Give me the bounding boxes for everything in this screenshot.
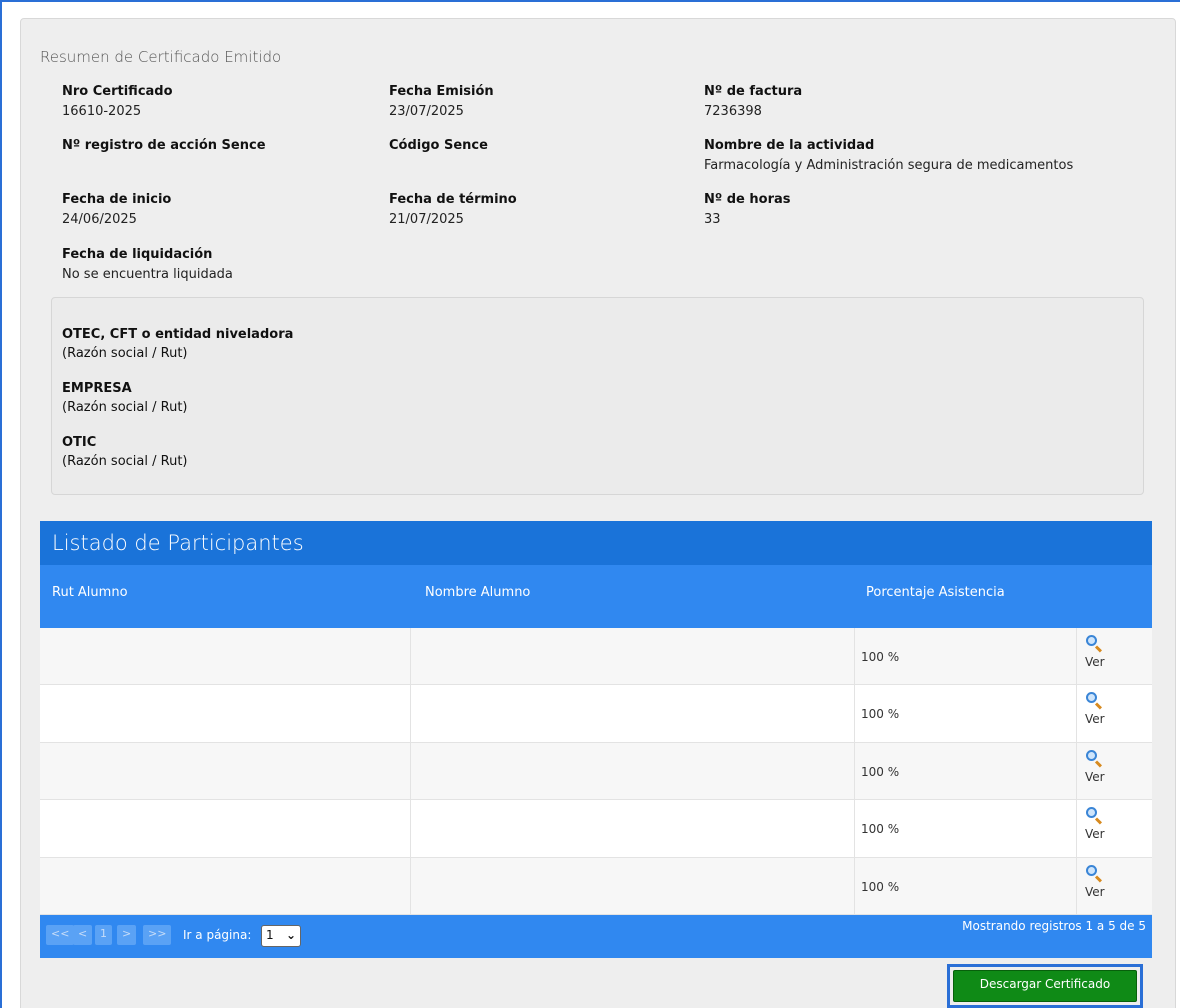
view-label[interactable]: Ver bbox=[1085, 770, 1105, 784]
goto-page-label: Ir a página: bbox=[183, 928, 252, 942]
entity-empresa: EMPRESA (Razón social / Rut) bbox=[62, 379, 188, 417]
field-label: Nº de horas bbox=[704, 192, 791, 207]
view-link[interactable]: Ver bbox=[1085, 806, 1105, 841]
cell-asistencia: 100 % bbox=[855, 628, 1077, 685]
entity-otic: OTIC (Razón social / Rut) bbox=[62, 433, 188, 471]
field-label: Fecha de término bbox=[389, 192, 517, 207]
cell-action: Ver bbox=[1077, 800, 1152, 856]
participants-title: Listado de Participantes bbox=[40, 521, 1152, 565]
field-value: 24/06/2025 bbox=[62, 212, 137, 227]
section-title: Resumen de Certificado Emitido bbox=[40, 48, 282, 66]
field-value: 16610-2025 bbox=[62, 104, 142, 119]
cell-nombre bbox=[411, 685, 855, 742]
view-link[interactable]: Ver bbox=[1085, 864, 1105, 899]
table-header: Rut Alumno Nombre Alumno Porcentaje Asis… bbox=[40, 565, 1152, 628]
pager-prev-button[interactable]: < bbox=[73, 925, 93, 945]
field-nro-horas: Nº de horas 33 bbox=[704, 190, 791, 230]
cell-action: Ver bbox=[1077, 628, 1152, 684]
page-select-value: 1 bbox=[266, 928, 274, 942]
participants-table: 100 % Ver 100 % Ver 100 % Ver 100 % Ver … bbox=[40, 628, 1152, 915]
magnifier-icon[interactable] bbox=[1085, 749, 1103, 768]
table-row: 100 % Ver bbox=[40, 628, 1152, 686]
entity-sub: (Razón social / Rut) bbox=[62, 346, 188, 361]
view-link[interactable]: Ver bbox=[1085, 691, 1105, 726]
magnifier-icon[interactable] bbox=[1085, 634, 1103, 653]
cell-rut bbox=[40, 857, 411, 914]
download-button-focus-ring: Descargar Certificado bbox=[947, 964, 1143, 1008]
cell-nombre bbox=[411, 628, 855, 685]
entity-label: OTEC, CFT o entidad niveladora bbox=[62, 327, 294, 342]
field-nombre-actividad: Nombre de la actividad Farmacología y Ad… bbox=[704, 136, 1073, 176]
entity-sub: (Razón social / Rut) bbox=[62, 454, 188, 469]
cell-nombre bbox=[411, 857, 855, 914]
magnifier-icon[interactable] bbox=[1085, 806, 1103, 825]
cell-asistencia: 100 % bbox=[855, 685, 1077, 742]
field-nro-certificado: Nro Certificado 16610-2025 bbox=[62, 82, 173, 122]
field-label: Nombre de la actividad bbox=[704, 138, 875, 153]
field-fecha-inicio: Fecha de inicio 24/06/2025 bbox=[62, 190, 171, 230]
cell-rut bbox=[40, 742, 411, 800]
page-select[interactable]: 1 ⌄ bbox=[261, 925, 301, 947]
pager-first-button[interactable]: << bbox=[46, 925, 75, 945]
column-header-asistencia[interactable]: Porcentaje Asistencia bbox=[866, 585, 1005, 600]
records-count: Mostrando registros 1 a 5 de 5 bbox=[962, 919, 1146, 933]
cell-action: Ver bbox=[1077, 858, 1152, 914]
field-value: No se encuentra liquidada bbox=[62, 267, 233, 282]
cell-asistencia: 100 % bbox=[855, 857, 1077, 914]
pager-current-page[interactable]: 1 bbox=[95, 925, 112, 945]
field-fecha-termino: Fecha de término 21/07/2025 bbox=[389, 190, 517, 230]
field-label: Nro Certificado bbox=[62, 84, 173, 99]
field-nro-factura: Nº de factura 7236398 bbox=[704, 82, 802, 122]
cell-asistencia: 100 % bbox=[855, 742, 1077, 800]
table-row: 100 % Ver bbox=[40, 857, 1152, 915]
field-nro-registro-sence: Nº registro de acción Sence bbox=[62, 136, 266, 156]
field-value: 33 bbox=[704, 212, 721, 227]
cell-rut bbox=[40, 800, 411, 857]
cell-nombre bbox=[411, 742, 855, 800]
field-label: Nº registro de acción Sence bbox=[62, 138, 266, 153]
chevron-down-icon: ⌄ bbox=[285, 928, 296, 942]
view-link[interactable]: Ver bbox=[1085, 634, 1105, 669]
cell-rut bbox=[40, 628, 411, 685]
field-value: Farmacología y Administración segura de … bbox=[704, 158, 1074, 173]
cell-action: Ver bbox=[1077, 743, 1152, 799]
field-label: Fecha de inicio bbox=[62, 192, 172, 207]
view-label[interactable]: Ver bbox=[1085, 712, 1105, 726]
download-certificate-button[interactable]: Descargar Certificado bbox=[953, 970, 1137, 1002]
table-row: 100 % Ver bbox=[40, 742, 1152, 801]
entity-label: OTIC bbox=[62, 435, 97, 450]
field-fecha-liquidacion: Fecha de liquidación No se encuentra liq… bbox=[62, 245, 233, 285]
field-fecha-emision: Fecha Emisión 23/07/2025 bbox=[389, 82, 494, 122]
field-label: Nº de factura bbox=[704, 84, 803, 99]
field-label: Código Sence bbox=[389, 138, 488, 153]
field-value: 23/07/2025 bbox=[389, 104, 464, 119]
field-value: 7236398 bbox=[704, 104, 762, 119]
view-link[interactable]: Ver bbox=[1085, 749, 1105, 784]
view-label[interactable]: Ver bbox=[1085, 827, 1105, 841]
view-label[interactable]: Ver bbox=[1085, 655, 1105, 669]
entity-sub: (Razón social / Rut) bbox=[62, 400, 188, 415]
field-codigo-sence: Código Sence bbox=[389, 136, 488, 156]
column-header-rut[interactable]: Rut Alumno bbox=[52, 585, 128, 600]
magnifier-icon[interactable] bbox=[1085, 864, 1103, 883]
cell-asistencia: 100 % bbox=[855, 800, 1077, 857]
cell-action: Ver bbox=[1077, 685, 1152, 741]
view-label[interactable]: Ver bbox=[1085, 885, 1105, 899]
field-value: 21/07/2025 bbox=[389, 212, 464, 227]
table-row: 100 % Ver bbox=[40, 685, 1152, 743]
cell-rut bbox=[40, 685, 411, 742]
table-row: 100 % Ver bbox=[40, 800, 1152, 858]
entity-label: EMPRESA bbox=[62, 381, 132, 396]
entity-otec: OTEC, CFT o entidad niveladora (Razón so… bbox=[62, 325, 293, 363]
pager-next-button[interactable]: > bbox=[117, 925, 137, 945]
magnifier-icon[interactable] bbox=[1085, 691, 1103, 710]
field-label: Fecha Emisión bbox=[389, 84, 494, 99]
column-header-nombre[interactable]: Nombre Alumno bbox=[425, 585, 530, 600]
field-label: Fecha de liquidación bbox=[62, 247, 213, 262]
pagination-bar: << < 1 > >> Ir a página: 1 ⌄ Mostrando r… bbox=[40, 915, 1152, 958]
pager-last-button[interactable]: >> bbox=[143, 925, 172, 945]
cell-nombre bbox=[411, 800, 855, 857]
